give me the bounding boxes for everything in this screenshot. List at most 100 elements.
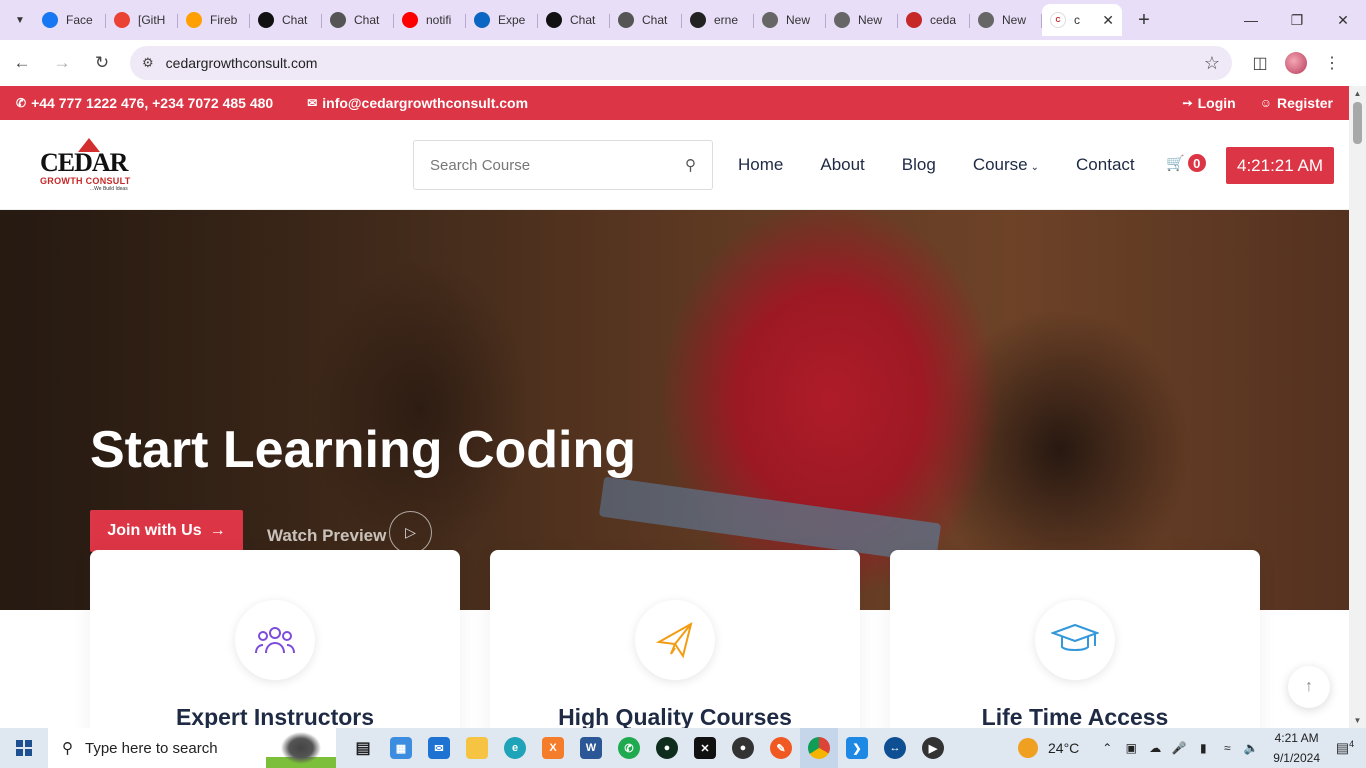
- task-view-icon[interactable]: ▤: [344, 728, 382, 768]
- onedrive-icon[interactable]: ☁: [1143, 741, 1167, 755]
- browser-tab-label: Chat: [570, 13, 596, 27]
- scroll-up-icon[interactable]: ▲: [1349, 89, 1366, 98]
- site-settings-icon[interactable]: ⚙: [142, 55, 154, 71]
- browser-tab-strip: ▼ Face [GitH Fireb Chat Chat notifi Expe Chat Ch…: [0, 0, 1366, 40]
- microphone-icon[interactable]: 🎤: [1167, 741, 1191, 755]
- notification-center-icon[interactable]: ▤4: [1330, 739, 1360, 757]
- browser-tab-label: Expe: [498, 13, 526, 27]
- taskbar-time: 4:21 AM: [1274, 731, 1319, 745]
- email-text[interactable]: info@cedargrowthconsult.com: [322, 95, 528, 111]
- maximize-icon[interactable]: ❐: [1274, 0, 1320, 40]
- site-logo[interactable]: CEDAR GROWTH CONSULT ...We Build Ideas: [40, 138, 136, 192]
- taskbar-search-placeholder[interactable]: Type here to search: [85, 740, 218, 757]
- login-link[interactable]: ➙ Login: [1183, 95, 1236, 111]
- address-bar[interactable]: ⚙ cedargrowthconsult.com ☆: [130, 46, 1232, 80]
- browser-tab[interactable]: ceda: [898, 4, 970, 36]
- login-label[interactable]: Login: [1198, 95, 1236, 111]
- system-tray: 24°C ⌃ ▣ ☁ 🎤 ▮ ≈ 🔈 4:21 AM 9/1/2024 ▤4: [1018, 728, 1366, 768]
- nav-course-label[interactable]: Course: [973, 155, 1028, 174]
- gmail-icon: [114, 12, 130, 28]
- taskbar-search[interactable]: ⚲ Type here to search: [48, 728, 336, 768]
- meet-now-icon[interactable]: ▣: [1119, 741, 1143, 755]
- nav-blog[interactable]: Blog: [902, 155, 936, 175]
- mongodb-icon[interactable]: ●: [648, 728, 686, 768]
- file-explorer-icon[interactable]: [458, 728, 496, 768]
- xampp-icon[interactable]: X: [534, 728, 572, 768]
- browser-tab[interactable]: New: [970, 4, 1042, 36]
- cedar-favicon-icon: C: [1050, 12, 1066, 28]
- browser-tab[interactable]: New: [826, 4, 898, 36]
- page-scrollbar[interactable]: ▲ ▼: [1349, 86, 1366, 728]
- play-icon[interactable]: ▷: [389, 511, 432, 554]
- reload-icon[interactable]: ↻: [84, 45, 120, 81]
- scrollbar-thumb[interactable]: [1353, 102, 1362, 144]
- email-info[interactable]: ✉ info@cedargrowthconsult.com: [307, 95, 528, 111]
- tab-active[interactable]: C c ✕: [1042, 4, 1122, 36]
- browser-tab[interactable]: New: [754, 4, 826, 36]
- pencil-app-icon[interactable]: ✎: [762, 728, 800, 768]
- minimize-icon[interactable]: —: [1228, 0, 1274, 40]
- capcut-icon[interactable]: ✕: [686, 728, 724, 768]
- extensions-icon[interactable]: ◫: [1242, 45, 1278, 81]
- chevron-up-icon[interactable]: ⌃: [1095, 741, 1119, 755]
- browser-tab[interactable]: Face: [34, 4, 106, 36]
- back-arrow-icon[interactable]: ←: [4, 45, 40, 81]
- feature-card-instructors: Expert Instructors: [90, 550, 460, 728]
- mail-icon[interactable]: ✉: [420, 728, 458, 768]
- wifi-icon[interactable]: ≈: [1215, 741, 1239, 755]
- volume-icon[interactable]: 🔈: [1239, 741, 1263, 755]
- feature-title: Expert Instructors: [175, 704, 375, 728]
- nav-contact[interactable]: Contact: [1076, 155, 1135, 175]
- scroll-to-top-button[interactable]: ↑: [1288, 666, 1330, 708]
- browser-tab[interactable]: [GitH: [106, 4, 178, 36]
- browser-tab[interactable]: Expe: [466, 4, 538, 36]
- join-button[interactable]: Join with Us →: [90, 510, 243, 552]
- course-search-input[interactable]: [430, 156, 660, 174]
- profile-avatar[interactable]: [1285, 52, 1307, 74]
- contact-topbar: ✆ +44 777 1222 476, +234 7072 485 480 ✉ …: [0, 86, 1349, 120]
- teamviewer-icon[interactable]: ↔: [876, 728, 914, 768]
- nav-about[interactable]: About: [820, 155, 864, 175]
- browser-tab[interactable]: notifi: [394, 4, 466, 36]
- phone-text: +44 777 1222 476, +234 7072 485 480: [31, 95, 274, 111]
- close-tab-icon[interactable]: ✕: [1102, 12, 1114, 29]
- browser-tab[interactable]: erne: [682, 4, 754, 36]
- nav-course[interactable]: Course ⌄: [973, 155, 1039, 175]
- browser-tab-label: Fireb: [210, 13, 238, 27]
- forward-arrow-icon[interactable]: →: [44, 45, 80, 81]
- scroll-down-icon[interactable]: ▼: [1349, 716, 1366, 725]
- browser-tab[interactable]: Chat: [610, 4, 682, 36]
- taskbar-clock[interactable]: 4:21 AM 9/1/2024: [1273, 728, 1320, 768]
- search-icon[interactable]: ⚲: [685, 156, 696, 174]
- microsoft-store-icon[interactable]: ▦: [382, 728, 420, 768]
- chatgpt-icon: [330, 12, 346, 28]
- nav-home[interactable]: Home: [738, 155, 783, 175]
- vscode-icon[interactable]: ❯: [838, 728, 876, 768]
- bookmark-star-icon[interactable]: ☆: [1204, 53, 1220, 74]
- weather-widget[interactable]: 24°C: [1018, 738, 1079, 758]
- linkedin-icon: [474, 12, 490, 28]
- watch-preview-label[interactable]: Watch Preview: [267, 526, 386, 546]
- tab-search-button[interactable]: ▼: [6, 6, 34, 34]
- browser-tab-label: Face: [66, 13, 93, 27]
- media-player-icon[interactable]: ▶: [914, 728, 952, 768]
- browser-tab[interactable]: Chat: [250, 4, 322, 36]
- new-tab-button[interactable]: +: [1128, 9, 1160, 32]
- register-link[interactable]: ☺ Register: [1260, 95, 1333, 111]
- browser-tab[interactable]: Chat: [538, 4, 610, 36]
- url-text[interactable]: cedargrowthconsult.com: [166, 55, 318, 71]
- obs-icon[interactable]: ●: [724, 728, 762, 768]
- chatgpt-icon: [258, 12, 274, 28]
- cart-button[interactable]: 🛒 0: [1166, 154, 1206, 172]
- word-icon[interactable]: W: [572, 728, 610, 768]
- browser-tab[interactable]: Chat: [322, 4, 394, 36]
- whatsapp-icon[interactable]: ✆: [610, 728, 648, 768]
- battery-icon[interactable]: ▮: [1191, 741, 1215, 755]
- chrome-icon[interactable]: [800, 728, 838, 768]
- close-window-icon[interactable]: ✕: [1320, 0, 1366, 40]
- edge-icon[interactable]: e: [496, 728, 534, 768]
- browser-tab[interactable]: Fireb: [178, 4, 250, 36]
- menu-kebab-icon[interactable]: ⋮: [1314, 45, 1350, 81]
- windows-start-icon[interactable]: [0, 728, 48, 768]
- register-label[interactable]: Register: [1277, 95, 1333, 111]
